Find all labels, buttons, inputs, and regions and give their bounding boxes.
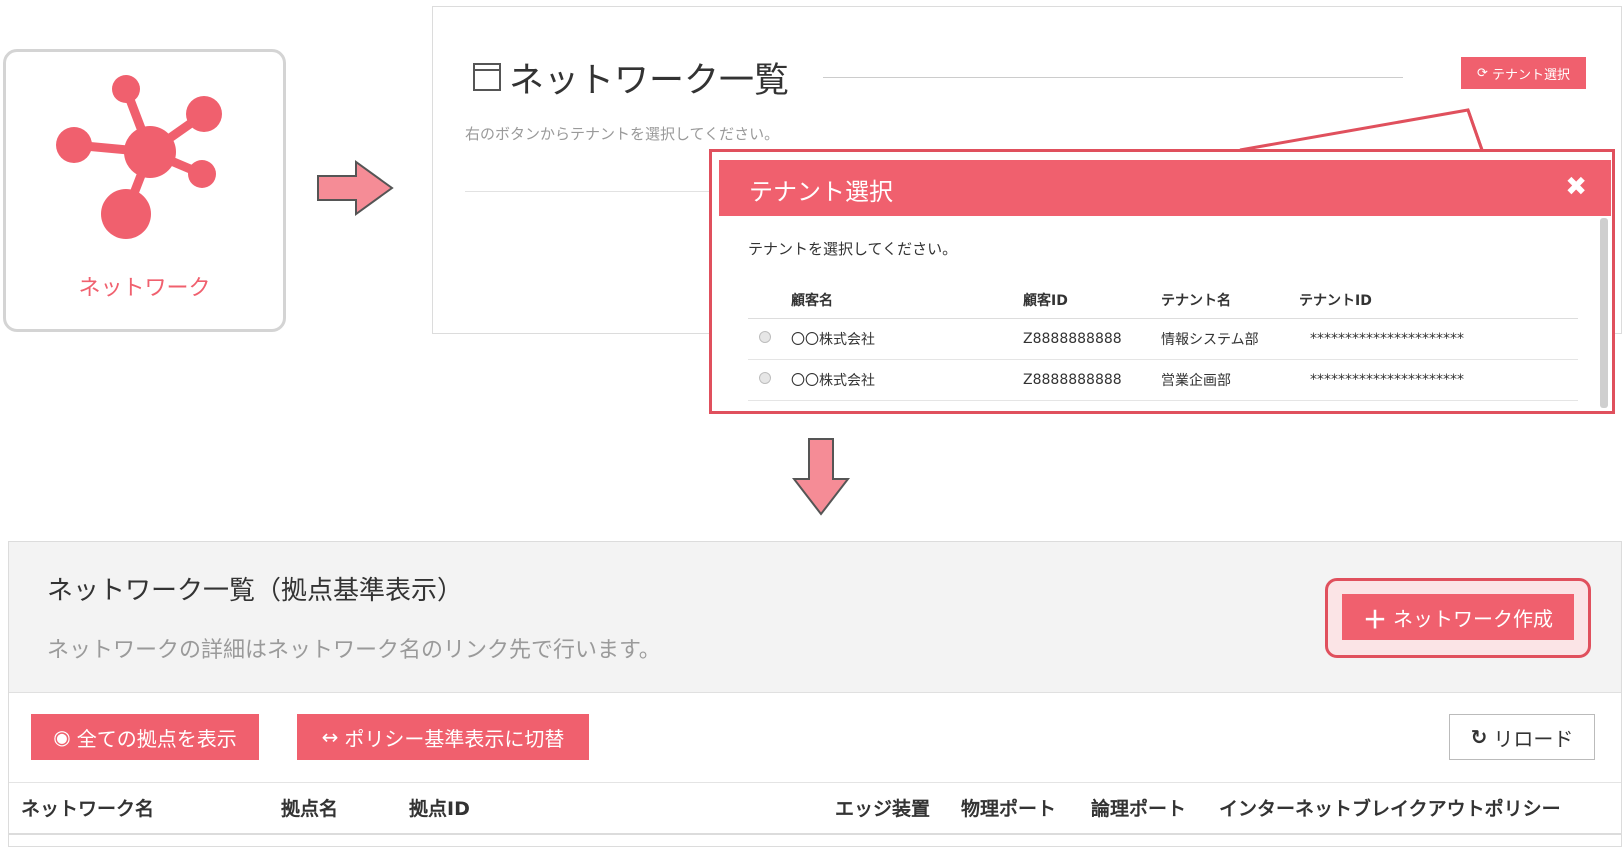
show-all-sites-label: 全ての拠点を表示 — [76, 726, 237, 751]
column-header-logical-port: 論理ポート — [1091, 798, 1187, 820]
create-network-button[interactable]: ＋ ネットワーク作成 — [1342, 594, 1574, 640]
modal-instruction: テナントを選択してください。 — [748, 240, 958, 258]
radio-column-header — [748, 282, 790, 319]
create-network-label: ネットワーク作成 — [1393, 606, 1553, 631]
column-header: テナント名 — [1160, 282, 1298, 319]
customer-name: 〇〇株式会社 — [790, 359, 1022, 401]
reload-icon: ↻ — [1470, 725, 1488, 749]
switch-policy-view-button[interactable]: ↔ ポリシー基準表示に切替 — [297, 714, 589, 760]
radio-button[interactable] — [759, 331, 771, 343]
radio-cell[interactable] — [748, 359, 790, 401]
eye-icon: ◉ — [53, 725, 71, 749]
table-row[interactable]: 〇〇株式会社 Z8888888888 情報システム部 *************… — [748, 318, 1578, 360]
show-all-sites-button[interactable]: ◉ 全ての拠点を表示 — [31, 714, 259, 760]
modal-header: テナント選択 ✖ — [719, 160, 1611, 216]
table-divider — [9, 782, 1621, 783]
radio-cell[interactable] — [748, 318, 790, 360]
column-header-breakout-policy: インターネットブレイクアウトポリシー — [1219, 798, 1561, 820]
network-list-page: ネットワーク一覧（拠点基準表示） ネットワークの詳細はネットワーク名のリンク先で… — [8, 541, 1622, 847]
tenant-id: ********************** — [1298, 359, 1578, 401]
tenant-table: 顧客名 顧客ID テナント名 テナントID 〇〇株式会社 Z8888888888… — [748, 282, 1578, 401]
tenant-table-header: 顧客名 顧客ID テナント名 テナントID — [748, 282, 1578, 319]
tile-label: ネットワーク — [78, 276, 211, 301]
modal-scrollbar[interactable] — [1600, 218, 1608, 408]
page-header: ネットワーク一覧（拠点基準表示） ネットワークの詳細はネットワーク名のリンク先で… — [9, 542, 1621, 693]
column-header: テナントID — [1298, 282, 1578, 319]
tenant-name: 情報システム部 — [1160, 318, 1298, 360]
swap-arrows-icon: ↔ — [321, 725, 339, 749]
column-header: 顧客名 — [790, 282, 1022, 319]
panel-divider — [465, 191, 725, 192]
customer-id: Z8888888888 — [1022, 318, 1160, 360]
column-header-physical-port: 物理ポート — [961, 798, 1057, 820]
column-header-site-name: 拠点名 — [281, 798, 339, 820]
column-header: 顧客ID — [1022, 282, 1160, 319]
column-header-edge-device: エッジ装置 — [835, 798, 931, 820]
plus-icon: ＋ — [1363, 605, 1387, 634]
reload-button[interactable]: ↻ リロード — [1449, 714, 1595, 760]
arrow-down-icon — [792, 438, 850, 516]
customer-name: 〇〇株式会社 — [790, 318, 1022, 360]
tenant-name: 営業企画部 — [1160, 359, 1298, 401]
close-icon[interactable]: ✖ — [1565, 172, 1587, 202]
switch-policy-view-label: ポリシー基準表示に切替 — [344, 726, 565, 751]
arrow-right-icon — [317, 160, 394, 216]
tenant-id: ********************** — [1298, 318, 1578, 360]
reload-label: リロード — [1493, 726, 1574, 751]
radio-button[interactable] — [759, 372, 771, 384]
tenant-select-modal: テナント選択 ✖ テナントを選択してください。 顧客名 顧客ID テナント名 テ… — [709, 149, 1615, 414]
header-underline — [9, 833, 1621, 835]
table-row[interactable]: 〇〇株式会社 Z8888888888 営業企画部 ***************… — [748, 359, 1578, 401]
column-header-network-name: ネットワーク名 — [21, 798, 155, 820]
page-description: ネットワークの詳細はネットワーク名のリンク先で行います。 — [47, 638, 661, 663]
customer-id: Z8888888888 — [1022, 359, 1160, 401]
column-header-site-id: 拠点ID — [409, 798, 470, 820]
page-title: ネットワーク一覧（拠点基準表示） — [47, 576, 464, 606]
modal-title: テナント選択 — [749, 178, 893, 206]
callout-connector — [1239, 108, 1484, 152]
